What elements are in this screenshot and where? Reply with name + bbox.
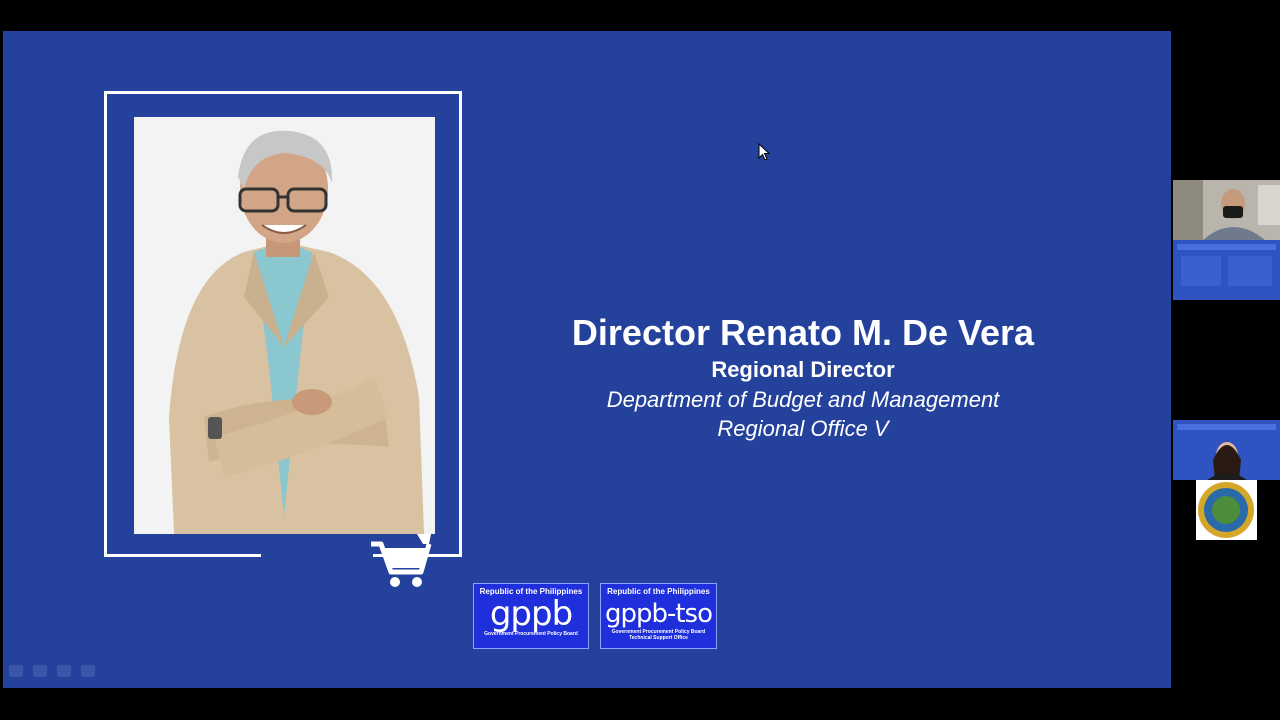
speaker-info: Director Renato M. De Vera Regional Dire… [503,311,1103,443]
pen-icon[interactable] [33,665,47,677]
speaker-department: Department of Budget and Management [606,387,1000,412]
speaker-office: Regional Office V [717,416,889,441]
shopping-cart-icon [371,534,432,587]
slides-overview-icon[interactable] [57,665,71,677]
gppb-tso-logo: Republic of the Philippines gppb-tso Gov… [600,583,717,649]
gppb-logo: Republic of the Philippines gppb Governm… [473,583,589,649]
next-slide-icon[interactable] [81,665,95,677]
speaker-name: Director Renato M. De Vera [571,312,1035,353]
speaker-role: Regional Director [711,357,895,382]
participant-video-tile[interactable] [1173,180,1280,300]
previous-slide-icon[interactable] [9,665,23,677]
participant-video-tile[interactable] [1173,420,1280,540]
director-portrait [134,117,435,534]
presentation-slide: Director Renato M. De Vera Regional Dire… [3,31,1171,688]
mouse-pointer-icon [758,143,770,161]
slideshow-toolbar [9,665,95,677]
